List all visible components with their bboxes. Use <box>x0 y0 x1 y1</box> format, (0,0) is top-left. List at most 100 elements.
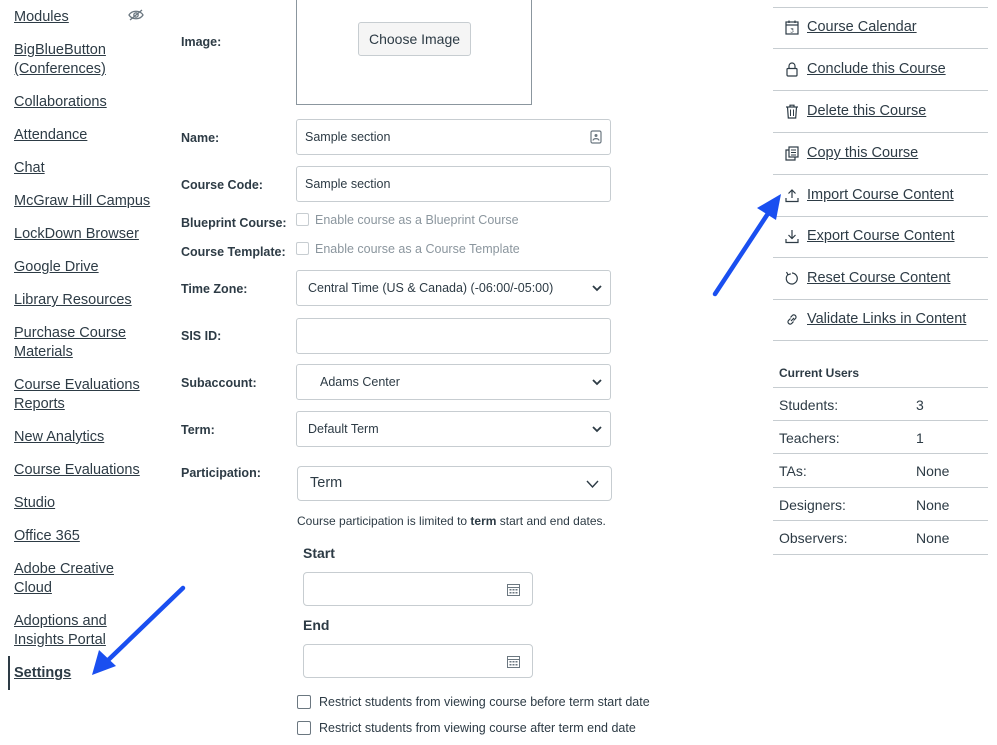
user-role: Students: <box>779 397 839 413</box>
nav-item-bigbluebutton[interactable]: BigBlueButton (Conferences) <box>14 41 154 79</box>
export-content-link[interactable]: Export Course Content <box>773 216 988 258</box>
chevron-down-icon <box>586 480 599 489</box>
export-content-label: Export Course Content <box>807 228 955 244</box>
name-field[interactable]: Sample section <box>296 119 611 155</box>
participation-select[interactable]: Term <box>297 466 612 501</box>
participation-note-bold: term <box>470 514 497 528</box>
subaccount-label: Subaccount: <box>181 376 257 390</box>
course-calendar-link[interactable]: 3 Course Calendar <box>773 7 988 49</box>
course-code-label: Course Code: <box>181 178 263 192</box>
nav-item-mcgraw-hill[interactable]: McGraw Hill Campus <box>14 192 154 211</box>
restrict-before-label: Restrict students from viewing course be… <box>319 695 650 709</box>
timezone-select[interactable]: Central Time (US & Canada) (-06:00/-05:0… <box>296 270 611 306</box>
id-card-icon <box>590 130 602 144</box>
conclude-course-link[interactable]: Conclude this Course <box>773 49 988 91</box>
image-label: Image: <box>181 35 222 49</box>
user-count-row: Designers: None <box>773 487 988 520</box>
name-value: Sample section <box>305 130 391 144</box>
user-count: 3 <box>916 397 924 413</box>
user-count: None <box>916 497 950 513</box>
validate-links-label: Validate Links in Content <box>807 311 967 327</box>
validate-links-link[interactable]: Validate Links in Content <box>773 299 988 341</box>
calendar-icon[interactable] <box>507 583 520 596</box>
calendar-icon: 3 <box>785 20 799 35</box>
blueprint-checkbox[interactable] <box>296 213 309 226</box>
restrict-after-row[interactable]: Restrict students from viewing course af… <box>297 721 636 735</box>
template-option-label: Enable course as a Course Template <box>315 242 520 256</box>
import-content-label: Import Course Content <box>807 187 954 203</box>
delete-course-label: Delete this Course <box>807 103 927 119</box>
user-role: TAs: <box>779 463 807 479</box>
term-value: Default Term <box>308 422 379 436</box>
user-role: Observers: <box>779 530 848 546</box>
nav-item-google-drive[interactable]: Google Drive <box>14 258 154 277</box>
subaccount-select[interactable]: Adams Center <box>296 364 611 400</box>
copy-course-link[interactable]: Copy this Course <box>773 133 988 175</box>
blueprint-label: Blueprint Course: <box>181 216 287 230</box>
subaccount-value: Adams Center <box>320 375 400 389</box>
lock-icon <box>786 62 798 77</box>
blueprint-checkbox-row[interactable]: Enable course as a Blueprint Course <box>296 213 519 227</box>
user-count-row: Teachers: 1 <box>773 420 988 453</box>
template-label: Course Template: <box>181 245 286 259</box>
nav-item-lockdown-browser[interactable]: LockDown Browser <box>14 225 154 244</box>
nav-item-studio[interactable]: Studio <box>14 494 154 513</box>
nav-item-new-analytics[interactable]: New Analytics <box>14 428 154 447</box>
copy-icon <box>785 146 799 161</box>
copy-course-label: Copy this Course <box>807 145 919 161</box>
end-date-input[interactable] <box>303 644 533 678</box>
course-code-field[interactable]: Sample section <box>296 166 611 202</box>
restrict-after-checkbox[interactable] <box>297 721 311 735</box>
reset-icon <box>785 271 798 285</box>
user-count-row: Observers: None <box>773 520 988 555</box>
link-icon <box>787 314 797 325</box>
blueprint-option-label: Enable course as a Blueprint Course <box>315 213 519 227</box>
nav-item-collaborations[interactable]: Collaborations <box>14 93 154 112</box>
delete-course-link[interactable]: Delete this Course <box>773 91 988 133</box>
import-content-link[interactable]: Import Course Content <box>773 175 988 217</box>
user-role: Teachers: <box>779 430 840 446</box>
nav-item-evaluations-reports[interactable]: Course Evaluations Reports <box>14 376 154 414</box>
term-label: Term: <box>181 423 215 437</box>
hidden-eye-icon <box>128 9 144 21</box>
nav-item-office-365[interactable]: Office 365 <box>14 527 154 546</box>
download-icon <box>785 230 799 244</box>
conclude-course-label: Conclude this Course <box>807 61 946 77</box>
participation-note-pre: Course participation is limited to <box>297 514 471 528</box>
choose-image-button[interactable]: Choose Image <box>358 22 471 56</box>
term-select[interactable]: Default Term <box>296 411 611 447</box>
nav-item-adoptions-insights[interactable]: Adoptions and Insights Portal <box>14 612 154 650</box>
nav-item-library-resources[interactable]: Library Resources <box>14 291 154 310</box>
current-users-heading: Current Users <box>779 366 860 380</box>
nav-item-adobe-cc[interactable]: Adobe Creative Cloud <box>14 560 154 598</box>
nav-item-purchase-materials[interactable]: Purchase Course Materials <box>14 324 154 362</box>
user-role: Designers: <box>779 497 846 513</box>
nav-item-attendance[interactable]: Attendance <box>14 126 154 145</box>
svg-text:3: 3 <box>790 28 794 35</box>
reset-content-label: Reset Course Content <box>807 270 951 286</box>
user-count-row: TAs: None <box>773 453 988 486</box>
user-count: 1 <box>916 430 924 446</box>
timezone-value: Central Time (US & Canada) (-06:00/-05:0… <box>308 281 554 295</box>
participation-note-post: start and end dates. <box>496 514 606 528</box>
template-checkbox[interactable] <box>296 242 309 255</box>
start-date-label: Start <box>303 545 335 561</box>
user-count: None <box>916 463 950 479</box>
end-date-label: End <box>303 617 330 633</box>
calendar-icon[interactable] <box>507 655 520 668</box>
participation-label: Participation: <box>181 466 261 480</box>
sis-id-label: SIS ID: <box>181 329 222 343</box>
sis-id-field[interactable] <box>296 318 611 354</box>
start-date-input[interactable] <box>303 572 533 606</box>
active-indicator <box>8 656 10 690</box>
nav-item-settings[interactable]: Settings <box>14 664 154 683</box>
participation-value: Term <box>310 475 343 491</box>
chevron-down-icon <box>592 285 602 292</box>
course-calendar-label: Course Calendar <box>807 19 917 35</box>
nav-item-course-evaluations[interactable]: Course Evaluations <box>14 461 154 480</box>
restrict-before-row[interactable]: Restrict students from viewing course be… <box>297 695 650 709</box>
template-checkbox-row[interactable]: Enable course as a Course Template <box>296 242 520 256</box>
restrict-before-checkbox[interactable] <box>297 695 311 709</box>
reset-content-link[interactable]: Reset Course Content <box>773 258 988 300</box>
nav-item-chat[interactable]: Chat <box>14 159 154 178</box>
